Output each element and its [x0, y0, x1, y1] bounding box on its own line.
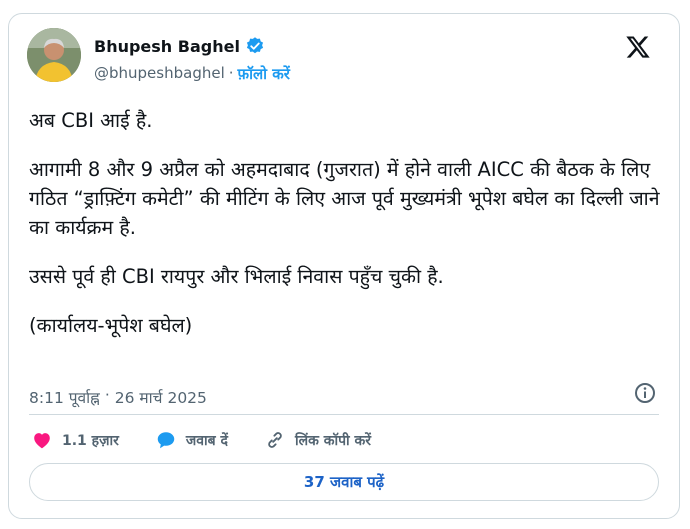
separator-dot: · [228, 64, 234, 82]
tweet-paragraph: उससे पूर्व ही CBI रायपुर और भिलाई निवास … [29, 265, 444, 288]
x-logo-icon[interactable] [625, 34, 651, 60]
reply-button[interactable]: जवाब दें [155, 429, 228, 451]
tweet-time[interactable]: 8:11 पूर्वाह्न [29, 386, 100, 408]
tweet-date[interactable]: 26 मार्च 2025 [115, 386, 207, 408]
verified-badge-icon [246, 37, 264, 54]
reply-bubble-icon [157, 432, 175, 449]
like-count: 1.1 हज़ार [62, 432, 119, 449]
follow-button[interactable]: फ़ॉलो करें [238, 64, 290, 84]
reply-label: जवाब दें [185, 432, 228, 449]
link-icon [268, 432, 282, 448]
tweet-paragraph: अब CBI आई है. [29, 109, 153, 132]
avatar[interactable] [27, 28, 81, 82]
like-button[interactable]: 1.1 हज़ार [31, 429, 119, 451]
read-replies-button[interactable]: 37 जवाब पढ़ें [29, 463, 659, 501]
copy-link-button[interactable]: लिंक कॉपी करें [264, 429, 371, 451]
info-icon[interactable] [633, 381, 657, 405]
action-bar: 1.1 हज़ार जवाब दें लिंक कॉपी करें [31, 429, 407, 451]
tweet-paragraph: आगामी 8 और 9 अप्रैल को अहमदाबाद (गुजरात)… [29, 158, 660, 239]
tweet-card: Bhupesh Baghel @bhupeshbaghel · फ़ॉलो कर… [8, 13, 680, 519]
heart-icon [34, 433, 50, 449]
meta-dot: · [104, 386, 110, 404]
tweet-timestamp[interactable]: 8:11 पूर्वाह्न · 26 मार्च 2025 [29, 386, 207, 408]
tweet-text: अब CBI आई है. आगामी 8 और 9 अप्रैल को अहम… [29, 106, 669, 360]
author-name[interactable]: Bhupesh Baghel [94, 37, 240, 56]
divider [29, 414, 659, 415]
copy-link-label: लिंक कॉपी करें [294, 432, 372, 449]
tweet-paragraph: (कार्यालय-भूपेश बघेल) [29, 314, 193, 337]
author-handle[interactable]: @bhupeshbaghel [94, 64, 225, 84]
